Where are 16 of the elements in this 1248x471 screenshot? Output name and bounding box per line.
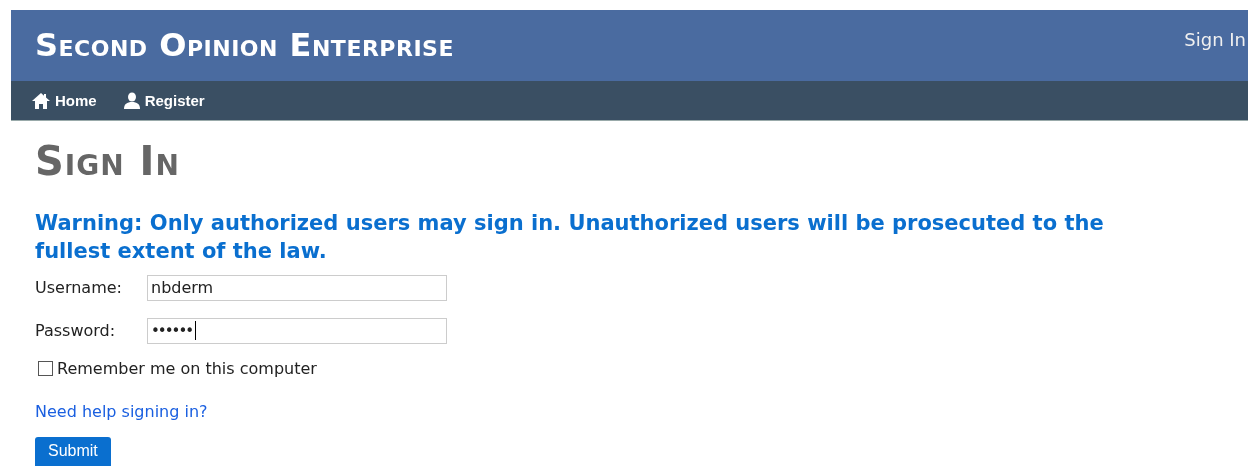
password-label: Password: <box>35 321 117 340</box>
username-label: Username: <box>35 278 123 297</box>
checkbox[interactable] <box>38 361 53 376</box>
help-link[interactable]: Need help signing in? <box>35 402 1248 421</box>
password-field[interactable]: •••••• <box>147 317 447 344</box>
nav-link[interactable]: Register <box>122 91 205 110</box>
user-icon <box>122 91 141 110</box>
remember-label: Remember me on this computer <box>57 359 317 378</box>
sign-in-link[interactable]: Sign In <box>1184 29 1246 50</box>
warning-message: Warning: Only authorized users may sign in. Unauthorized users will be prosecuted to the fullest extent of the law. <box>35 210 1105 265</box>
submit-button[interactable]: Submit <box>35 437 111 466</box>
username-field[interactable]: nbderm <box>147 274 447 301</box>
page-title: Sign In <box>35 138 181 184</box>
site-title: Second Opinion Enterprise <box>35 26 454 64</box>
nav-link[interactable]: Home <box>31 91 97 110</box>
home-icon <box>31 91 51 110</box>
